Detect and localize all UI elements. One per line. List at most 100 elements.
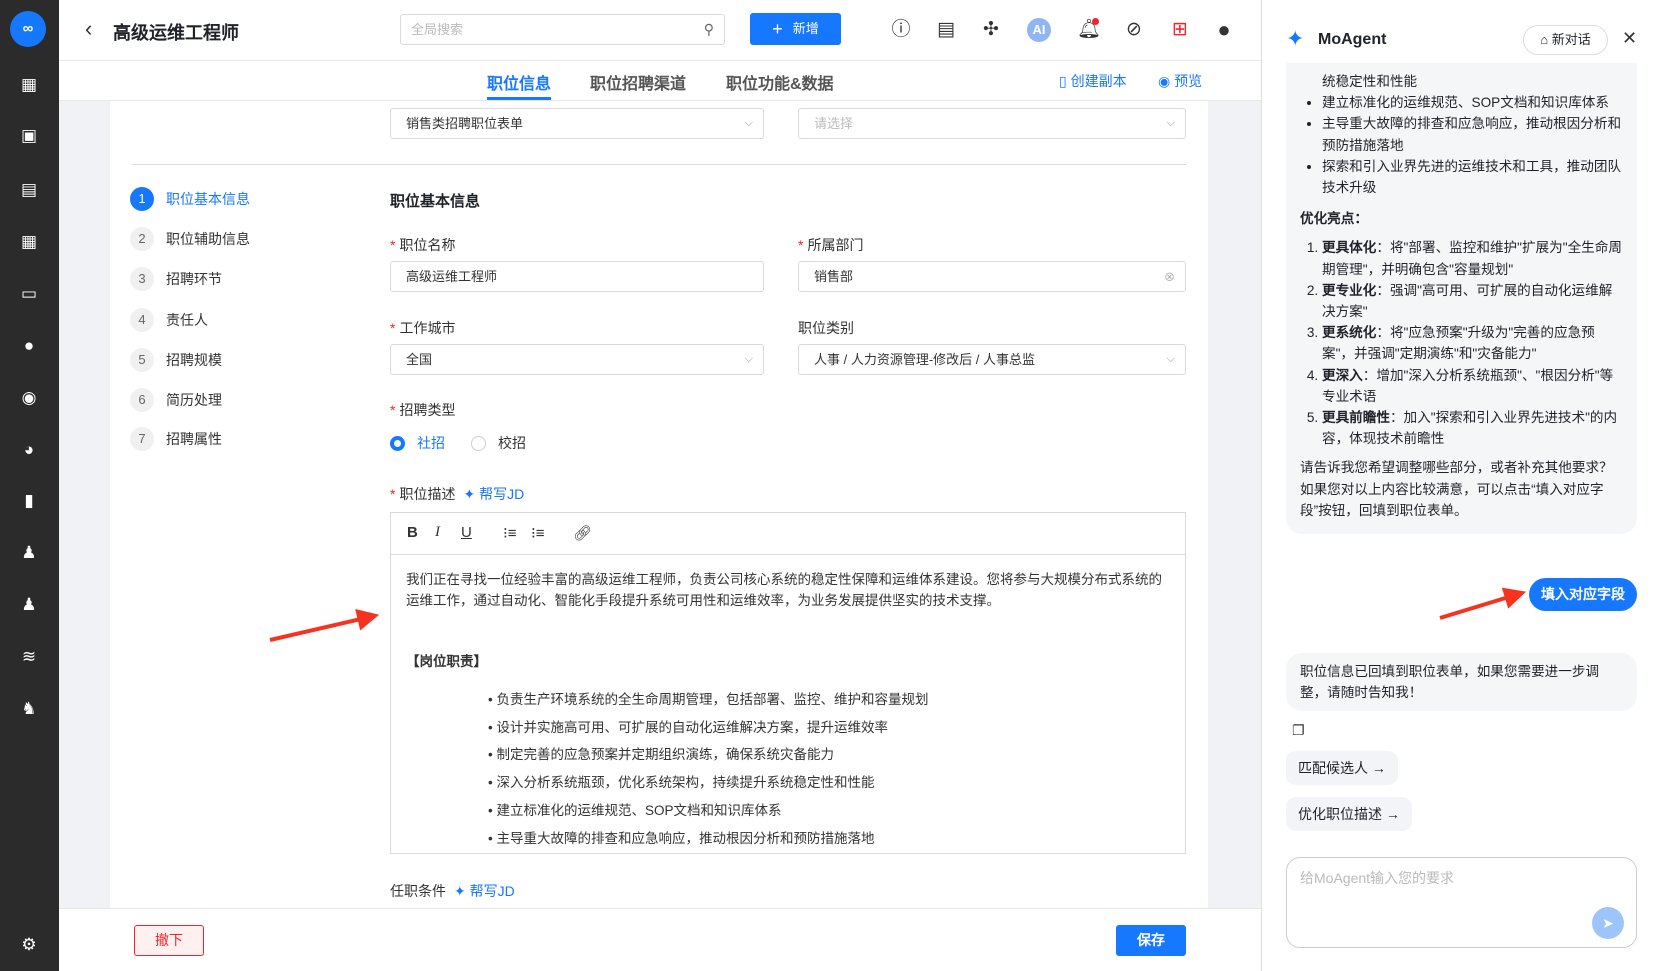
ai-icon[interactable]: AI <box>1027 18 1051 42</box>
briefcase-icon[interactable]: ▣ <box>19 126 39 146</box>
editor-toolbar: B I U ⁝≡ ⁝≡ 🔗︎ <box>391 513 1185 555</box>
category-select[interactable]: 人事 / 人力资源管理-修改后 / 人事总监 ⌵ <box>798 344 1186 375</box>
fill-fields-button[interactable]: 填入对应字段 <box>1529 578 1637 611</box>
global-search-input[interactable]: 全局搜索 ⚲ <box>400 14 725 45</box>
step-label: 招聘环节 <box>166 271 222 287</box>
italic-icon[interactable]: I <box>435 524 440 541</box>
sparkle-icon: ✦ <box>463 486 476 502</box>
user-avatar-icon[interactable]: ● <box>1212 18 1236 42</box>
calendar-icon[interactable]: ▦ <box>19 232 39 252</box>
new-chat-label: 新对话 <box>1551 32 1591 47</box>
step-owner[interactable]: 4 责任人 <box>130 308 208 332</box>
layers-icon[interactable]: ≋ <box>19 647 39 667</box>
step-aux-info[interactable]: 2 职位辅助信息 <box>130 227 250 251</box>
step-number: 5 <box>130 348 154 372</box>
form-template-select[interactable]: 销售类招聘职位表单 ⌵ <box>390 108 764 139</box>
radio-social-checked[interactable] <box>390 435 405 451</box>
list-item: 探索和引入业界先进的运维技术和工具，推动团队技术升级 <box>1322 156 1623 198</box>
chip-match-candidates[interactable]: 匹配候选人 → <box>1286 751 1398 785</box>
user-add-icon[interactable]: ♟ <box>19 595 39 615</box>
wechat-icon[interactable]: ● <box>19 336 39 356</box>
help-icon[interactable]: ⓘ <box>889 18 913 42</box>
step-label: 招聘规模 <box>166 352 222 368</box>
agent-message: 统稳定性和性能 建立标准化的运维规范、SOP文档和知识库体系 主导重大故障的排查… <box>1286 63 1637 534</box>
job-name-input[interactable]: 高级运维工程师 <box>390 261 764 292</box>
bullet-list-icon[interactable]: ⁝≡ <box>531 524 545 542</box>
active-tab-indicator <box>487 97 551 100</box>
duty-item: • 负责生产环境系统的全生命周期管理，包括部署、监控、维护和容量规划 <box>488 692 929 707</box>
ordered-list-icon[interactable]: ⁝≡ <box>503 524 517 542</box>
highlight-item: 更专业化：强调"高可用、可扩展的自动化运维解决方案" <box>1322 280 1623 322</box>
rich-text-editor[interactable]: B I U ⁝≡ ⁝≡ 🔗︎ 我们正在寻找一位经验丰富的高级运维工程师，负责公司… <box>390 512 1186 854</box>
dept-input[interactable]: 销售部 ⊗ <box>798 261 1186 292</box>
tab-job-info[interactable]: 职位信息 <box>487 70 551 94</box>
tab-recruit-channels[interactable]: 职位招聘渠道 <box>590 70 686 94</box>
create-copy-link[interactable]: ▯ 创建副本 <box>1059 71 1127 91</box>
underline-icon[interactable]: U <box>461 524 472 541</box>
radio-campus-label[interactable]: 校招 <box>498 433 526 453</box>
list-item: 建立标准化的运维规范、SOP文档和知识库体系 <box>1322 92 1623 113</box>
recruit-type-radio-group: 社招 校招 <box>390 433 526 453</box>
duty-title: 【岗位职责】 <box>406 654 487 669</box>
chip-optimize-desc[interactable]: 优化职位描述 → <box>1286 797 1412 831</box>
users-icon[interactable]: ♟ <box>19 543 39 563</box>
step-resume[interactable]: 6 简历处理 <box>130 388 222 412</box>
bell-icon[interactable]: 🔔︎ <box>1077 18 1101 42</box>
save-button[interactable]: 保存 <box>1116 925 1186 956</box>
step-basic-info[interactable]: 1 职位基本信息 <box>130 187 250 211</box>
document-icon[interactable]: ▤ <box>934 18 958 42</box>
tab-functions-data[interactable]: 职位功能&数据 <box>726 70 834 94</box>
gift-icon[interactable]: ⊞ <box>1168 18 1192 42</box>
page-title: 高级运维工程师 <box>113 23 239 43</box>
notification-dot <box>1092 18 1099 25</box>
link-icon[interactable]: ⊘ <box>1122 18 1146 42</box>
thumbs-up-icon[interactable]: ◉ <box>19 388 39 408</box>
resume-icon[interactable]: ▤ <box>19 180 39 200</box>
withdraw-button[interactable]: 撤下 <box>134 925 204 956</box>
preview-link[interactable]: ◉ 预览 <box>1158 71 1202 91</box>
city-select[interactable]: 全国 ⌵ <box>390 344 764 375</box>
settings-icon[interactable]: ⚙ <box>19 935 39 955</box>
new-chat-button[interactable]: ⌂ 新对话 <box>1523 25 1608 55</box>
desc-label: * 职位描述 ✦ 帮写JD <box>390 486 525 502</box>
plus-icon: + <box>772 19 783 39</box>
closing-text: 请告诉我您希望调整哪些部分，或者补充其他要求？如果您对以上内容比较满意，可以点击… <box>1300 460 1613 518</box>
dept-value: 销售部 <box>814 269 854 284</box>
step-label: 招聘属性 <box>166 431 222 447</box>
highlight-item: 更系统化：将"应急预案"升级为"完善的应急预案"，并强调"定期演练"和"灾备能力… <box>1322 322 1623 364</box>
highlight-item: 更具体化：将"部署、监控和维护"扩展为"全生命周期管理"，并明确包含"容量规划" <box>1322 237 1623 279</box>
step-scale[interactable]: 5 招聘规模 <box>130 348 222 372</box>
pie-chart-icon[interactable]: ◕ <box>19 440 39 460</box>
copy-icon[interactable]: ❐ <box>1292 722 1305 739</box>
id-card-icon[interactable]: ▭ <box>19 284 39 304</box>
dashboard-icon[interactable]: ▦ <box>19 75 39 95</box>
sidebar: ∞ ▦ ▣ ▤ ▦ ▭ ● ◉ ◕ ▮ ♟ ♟ ≋ ♞ ⚙ <box>0 0 59 971</box>
step-label: 职位辅助信息 <box>166 231 250 247</box>
help-write-jd-link-2[interactable]: ✦ 帮写JD <box>454 883 515 899</box>
link-icon[interactable]: 🔗︎ <box>573 524 592 542</box>
secondary-select[interactable]: 请选择 ⌵ <box>798 108 1186 139</box>
step-recruit-stages[interactable]: 3 招聘环节 <box>130 267 222 291</box>
team-icon[interactable]: ♞ <box>19 699 39 719</box>
help-write-jd-link[interactable]: ✦ 帮写JD <box>463 486 524 502</box>
radio-campus[interactable] <box>471 435 486 451</box>
back-icon[interactable]: ‹ <box>85 16 92 42</box>
arrow-right-icon: → <box>1385 806 1400 822</box>
clear-icon[interactable]: ⊗ <box>1164 262 1175 291</box>
bold-icon[interactable]: B <box>407 524 418 541</box>
close-icon[interactable]: ✕ <box>1622 28 1637 49</box>
chevron-down-icon: ⌵ <box>744 117 753 129</box>
app-logo[interactable]: ∞ <box>10 11 46 47</box>
agent-input[interactable]: 给MoAgent输入您的要求 ➤ <box>1286 857 1637 948</box>
plugin-icon[interactable]: ✣ <box>979 18 1003 42</box>
radio-social-label[interactable]: 社招 <box>417 433 445 453</box>
new-button[interactable]: + 新增 <box>750 13 841 45</box>
step-attributes[interactable]: 7 招聘属性 <box>130 427 222 451</box>
bar-chart-icon[interactable]: ▮ <box>19 491 39 511</box>
step-label: 责任人 <box>166 312 208 328</box>
preview-label: 预览 <box>1174 73 1203 89</box>
step-number: 1 <box>130 187 154 211</box>
send-icon[interactable]: ➤ <box>1592 907 1624 939</box>
list-item: 主导重大故障的排查和应急响应，推动根因分析和预防措施落地 <box>1322 113 1623 155</box>
step-label: 职位基本信息 <box>166 191 250 207</box>
